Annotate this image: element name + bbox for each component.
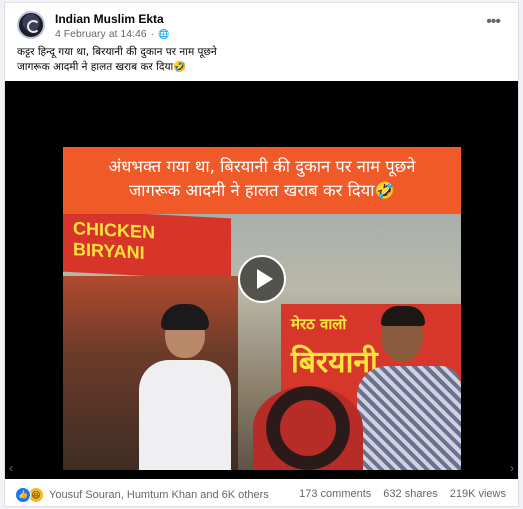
post-footer: 👍 😆 Yousuf Souran, Humtum Khan and 6K ot… — [5, 481, 518, 507]
caption-line-1: कट्टर हिन्दू गया था, बिरयानी की दुकान पर… — [17, 46, 217, 58]
post-caption: कट्टर हिन्दू गया था, बिरयानी की दुकान पर… — [17, 45, 508, 75]
shares-count[interactable]: 632 shares — [383, 488, 437, 500]
post-date[interactable]: 4 February at 14:46 — [55, 28, 147, 40]
chevron-left-icon[interactable]: ‹ — [9, 461, 13, 475]
page-name-link[interactable]: Indian Muslim Ekta — [55, 12, 164, 26]
page-avatar[interactable] — [17, 11, 45, 39]
overlay-line-1: अंधभक्त गया था, बिरयानी की दुकान पर नाम … — [108, 157, 416, 176]
reactions-summary[interactable]: 👍 😆 Yousuf Souran, Humtum Khan and 6K ot… — [15, 487, 269, 503]
like-icon: 👍 — [15, 487, 31, 503]
post-card: Indian Muslim Ekta 4 February at 14:46 ·… — [4, 2, 519, 507]
comments-count[interactable]: 173 comments — [299, 488, 371, 500]
play-icon[interactable] — [238, 255, 286, 303]
more-options-icon[interactable]: ••• — [486, 13, 501, 31]
post-meta: 4 February at 14:46 · 🌐 — [55, 28, 169, 40]
person-foreground — [253, 386, 363, 470]
person-white-sweater — [139, 300, 231, 470]
post-header: Indian Muslim Ekta 4 February at 14:46 ·… — [13, 9, 510, 41]
video-frame: CHICKEN BIRYANI मेरठ वालो बिरयानी — [63, 214, 461, 470]
post-stats: 173 comments 632 shares 219K views — [299, 488, 506, 500]
meta-separator: · — [150, 28, 155, 40]
overlay-line-2: जागरूक आदमी ने हालत खराब कर दिया🤣 — [128, 181, 396, 200]
views-count[interactable]: 219K views — [450, 488, 506, 500]
caption-line-2: जागरूक आदमी ने हालत खराब कर दिया🤣 — [17, 61, 187, 73]
stall-sign: CHICKEN BIRYANI — [63, 214, 231, 281]
video-player[interactable]: अंधभक्त गया था, बिरयानी की दुकान पर नाम … — [5, 81, 518, 479]
globe-icon: 🌐 — [158, 28, 170, 39]
chevron-right-icon[interactable]: › — [510, 461, 514, 475]
person-checked-shirt — [351, 306, 461, 470]
reaction-names[interactable]: Yousuf Souran, Humtum Khan and 6K others — [49, 489, 269, 501]
video-overlay-text: अंधभक्त गया था, बिरयानी की दुकान पर नाम … — [63, 147, 461, 214]
